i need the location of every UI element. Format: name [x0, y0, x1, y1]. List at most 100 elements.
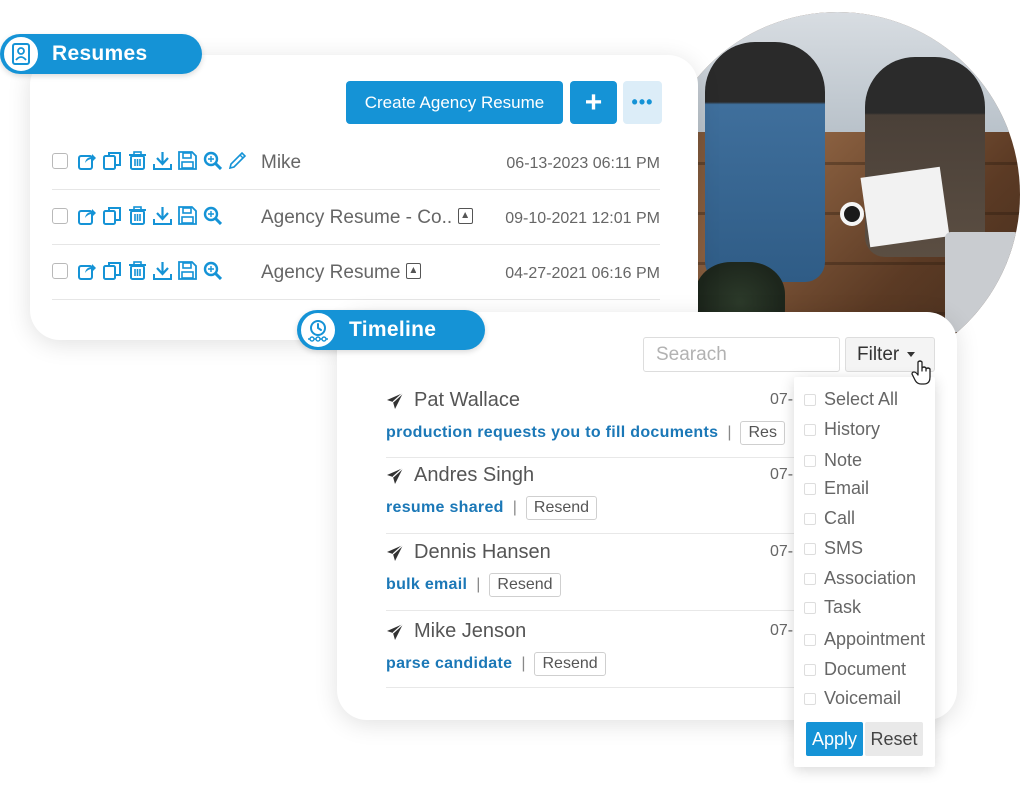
share-icon[interactable] — [78, 206, 97, 225]
filter-option-label: SMS — [824, 538, 864, 558]
document-badge-icon — [458, 208, 474, 224]
filter-option[interactable]: Call — [804, 508, 855, 529]
filter-option-label: Document — [824, 659, 907, 679]
download-icon[interactable] — [153, 206, 172, 225]
resume-date: 04-27-2021 06:16 PM — [505, 265, 660, 282]
filter-option[interactable]: Select All — [804, 389, 898, 410]
filter-option[interactable]: Email — [804, 478, 869, 499]
trash-icon[interactable] — [128, 206, 147, 225]
resume-row[interactable]: Agency Resume 04-27-2021 06:16 PM — [52, 245, 660, 300]
resume-row[interactable]: Agency Resume - Co.. 09-10-2021 12:01 PM — [52, 190, 660, 245]
filter-option-checkbox[interactable] — [804, 663, 816, 676]
edit-pencil-icon[interactable] — [228, 151, 247, 170]
resume-name-text: Agency Resume — [261, 262, 401, 283]
filter-option[interactable]: Voicemail — [804, 688, 901, 709]
timeline-date: 07- — [770, 543, 794, 560]
filter-option[interactable]: Appointment — [804, 629, 925, 650]
preview-search-icon[interactable] — [203, 261, 223, 281]
preview-search-icon[interactable] — [203, 206, 223, 226]
resume-name[interactable]: Agency Resume — [261, 262, 422, 284]
timeline-divider — [386, 533, 796, 534]
timeline-person-name[interactable]: Dennis Hansen — [414, 541, 551, 564]
more-options-button[interactable]: ••• — [623, 81, 662, 124]
resend-button[interactable]: Resend — [489, 573, 561, 597]
hand-cursor-icon — [911, 360, 931, 385]
download-icon[interactable] — [153, 151, 172, 170]
timeline-person-name[interactable]: Mike Jenson — [414, 620, 526, 643]
share-icon[interactable] — [78, 261, 97, 280]
trash-icon[interactable] — [128, 261, 147, 280]
send-plane-icon — [387, 467, 404, 484]
clock-timeline-icon — [299, 311, 337, 349]
filter-option-checkbox[interactable] — [804, 542, 816, 555]
create-agency-resume-button[interactable]: Create Agency Resume — [346, 81, 563, 124]
timeline-action-link[interactable]: bulk email — [386, 576, 467, 594]
caret-down-icon — [907, 352, 916, 357]
resumes-title: Resumes — [52, 42, 148, 65]
filter-option-checkbox[interactable] — [804, 512, 816, 525]
resend-button[interactable]: Resend — [534, 652, 606, 676]
save-icon[interactable] — [178, 261, 197, 280]
separator: | — [476, 576, 481, 593]
copy-icon[interactable] — [103, 261, 122, 280]
preview-search-icon[interactable] — [203, 151, 223, 171]
apply-button[interactable]: Apply — [806, 722, 863, 756]
add-resume-button[interactable]: + — [570, 81, 617, 124]
filter-option-checkbox[interactable] — [804, 454, 816, 467]
resend-button[interactable]: Resend — [525, 496, 598, 520]
timeline-item: Dennis Hansen bulk email | Resend 07- — [386, 541, 793, 597]
copy-icon[interactable] — [103, 206, 122, 225]
timeline-title: Timeline — [349, 318, 437, 341]
filter-option-checkbox[interactable] — [804, 633, 816, 646]
send-plane-icon — [387, 392, 404, 409]
save-icon[interactable] — [178, 151, 197, 170]
timeline-action-link[interactable]: resume shared — [386, 499, 504, 517]
filter-dropdown: Select All History Note Email Call SMS Associa… — [794, 377, 935, 767]
filter-option[interactable]: Task — [804, 597, 861, 618]
row-checkbox[interactable] — [52, 263, 68, 279]
save-icon[interactable] — [178, 206, 197, 225]
filter-label: Filter — [857, 343, 900, 365]
filter-option-checkbox[interactable] — [804, 423, 816, 436]
trash-icon[interactable] — [128, 151, 147, 170]
filter-option-checkbox[interactable] — [804, 393, 816, 406]
document-badge-icon — [406, 263, 422, 279]
resume-name[interactable]: Mike — [261, 152, 301, 174]
filter-option[interactable]: History — [804, 419, 880, 440]
filter-option[interactable]: Association — [804, 568, 916, 589]
timeline-action-link[interactable]: parse candidate — [386, 655, 512, 673]
filter-option-checkbox[interactable] — [804, 572, 816, 585]
timeline-person-name[interactable]: Pat Wallace — [414, 389, 520, 412]
filter-option-label: Email — [824, 478, 870, 498]
row-actions — [78, 261, 223, 281]
resume-date: 06-13-2023 06:11 PM — [506, 155, 660, 172]
filter-option[interactable]: SMS — [804, 538, 863, 559]
filter-option-checkbox[interactable] — [804, 482, 816, 495]
resumes-header: Resumes — [0, 34, 202, 74]
timeline-header: Timeline — [297, 310, 485, 350]
resend-button[interactable]: Res — [740, 421, 785, 445]
share-icon[interactable] — [78, 151, 97, 170]
timeline-date: 07- — [770, 622, 794, 639]
timeline-item: Mike Jenson parse candidate | Resend 07- — [386, 620, 793, 676]
download-icon[interactable] — [153, 261, 172, 280]
row-actions — [78, 151, 247, 171]
timeline-person-name[interactable]: Andres Singh — [414, 464, 534, 487]
resume-name[interactable]: Agency Resume - Co.. — [261, 207, 474, 229]
row-checkbox[interactable] — [52, 153, 68, 169]
filter-option-checkbox[interactable] — [804, 601, 816, 614]
resume-date: 09-10-2021 12:01 PM — [505, 210, 660, 227]
resume-row[interactable]: Mike 06-13-2023 06:11 PM — [52, 135, 660, 190]
filter-option-label: Task — [824, 597, 862, 617]
row-checkbox[interactable] — [52, 208, 68, 224]
timeline-action-link[interactable]: production requests you to fill document… — [386, 424, 718, 442]
filter-option-label: Association — [824, 568, 917, 588]
copy-icon[interactable] — [103, 151, 122, 170]
timeline-item: Andres Singh resume shared | Resend 07- — [386, 464, 793, 520]
timeline-divider — [386, 610, 796, 611]
timeline-search-input[interactable]: Searach — [643, 337, 840, 372]
filter-option[interactable]: Document — [804, 659, 906, 680]
reset-button[interactable]: Reset — [865, 722, 923, 756]
filter-option-checkbox[interactable] — [804, 692, 816, 705]
filter-option[interactable]: Note — [804, 450, 862, 471]
